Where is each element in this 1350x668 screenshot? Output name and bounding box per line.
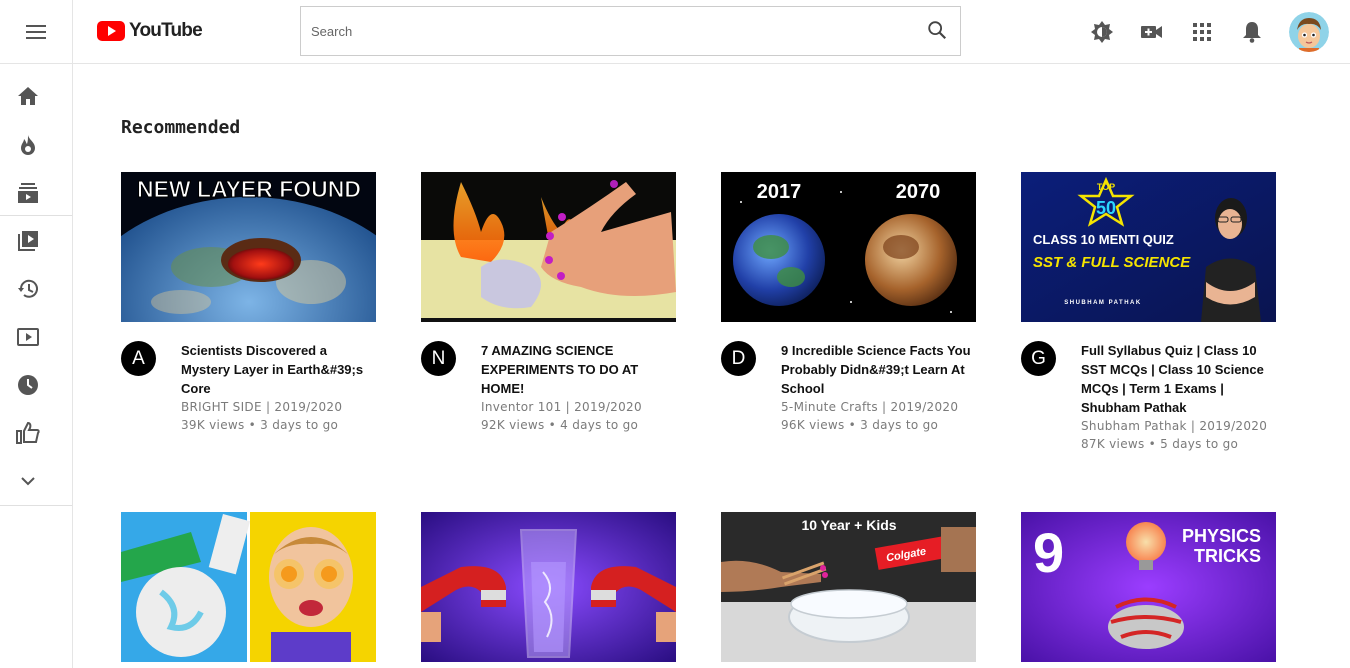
thumbnail-badge-number: 50 bbox=[1096, 198, 1116, 218]
video-card[interactable] bbox=[121, 512, 376, 662]
search-icon bbox=[928, 21, 947, 40]
video-thumbnail[interactable]: 9 PHYSICS TRICKS bbox=[1021, 512, 1276, 662]
video-byline[interactable]: 5-Minute Crafts | 2019/2020 bbox=[781, 398, 976, 416]
video-card[interactable]: 2017 2070 D 9 Incredible Science Facts Y… bbox=[721, 172, 976, 434]
video-thumbnail[interactable]: Colgate 10 Year + Kids bbox=[721, 512, 976, 662]
thumbnail-label-right: 2070 bbox=[896, 181, 941, 203]
thumbnail-line-1: PHYSICS bbox=[1182, 526, 1261, 546]
video-meta: D 9 Incredible Science Facts You Probabl… bbox=[721, 341, 976, 434]
notifications-button[interactable] bbox=[1240, 20, 1264, 44]
video-byline[interactable]: Inventor 101 | 2019/2020 bbox=[481, 398, 676, 416]
video-card[interactable] bbox=[421, 512, 676, 662]
video-stats: 96K views • 3 days to go bbox=[781, 418, 939, 432]
video-title[interactable]: Scientists Discovered a Mystery Layer in… bbox=[181, 341, 376, 398]
video-title[interactable]: Full Syllabus Quiz | Class 10 SST MCQs |… bbox=[1081, 341, 1276, 417]
subscriptions-icon bbox=[18, 183, 38, 203]
thumbnail-label-left: 2017 bbox=[757, 181, 802, 203]
notifications-icon bbox=[1243, 22, 1261, 43]
video-thumbnail[interactable]: NEW LAYER FOUND bbox=[121, 172, 376, 322]
sidebar-divider bbox=[0, 505, 72, 506]
home-icon bbox=[18, 87, 38, 105]
video-meta: N 7 AMAZING SCIENCE EXPERIMENTS TO DO AT… bbox=[421, 341, 676, 434]
video-stats: 92K views • 4 days to go bbox=[481, 418, 639, 432]
channel-avatar[interactable]: G bbox=[1021, 341, 1056, 376]
sidebar-item-show-more[interactable] bbox=[14, 467, 42, 495]
sidebar-item-home[interactable] bbox=[14, 82, 42, 110]
theme-toggle-button[interactable] bbox=[1090, 20, 1114, 44]
sidebar-item-your-videos[interactable] bbox=[14, 323, 42, 351]
sidebar-item-watch-later[interactable] bbox=[14, 371, 42, 399]
sidebar bbox=[0, 64, 73, 668]
user-avatar-icon bbox=[1289, 12, 1329, 52]
apps-icon bbox=[1193, 23, 1211, 41]
hamburger-menu-icon bbox=[26, 25, 46, 39]
thumbnail-text: NEW LAYER FOUND bbox=[137, 176, 361, 202]
top-bar: YouTube bbox=[0, 0, 1350, 64]
channel-avatar[interactable]: D bbox=[721, 341, 756, 376]
video-thumbnail[interactable] bbox=[421, 512, 676, 662]
video-thumbnail[interactable]: 2017 2070 bbox=[721, 172, 976, 322]
thumbnail-name: SHUBHAM PATHAK bbox=[1064, 300, 1141, 306]
your-videos-icon bbox=[17, 328, 39, 346]
show-more-icon bbox=[21, 476, 35, 485]
video-card[interactable]: 9 PHYSICS TRICKS bbox=[1021, 512, 1276, 662]
video-meta: A Scientists Discovered a Mystery Layer … bbox=[121, 341, 376, 434]
search-box bbox=[300, 6, 961, 56]
sidebar-divider bbox=[0, 215, 72, 216]
search-input[interactable] bbox=[301, 7, 901, 55]
video-meta: G Full Syllabus Quiz | Class 10 SST MCQs… bbox=[1021, 341, 1276, 453]
trending-icon bbox=[21, 135, 35, 155]
thumbnail-badge-top: TOP bbox=[1097, 182, 1115, 192]
theme-icon bbox=[1091, 21, 1113, 43]
video-byline[interactable]: BRIGHT SIDE | 2019/2020 bbox=[181, 398, 376, 416]
library-icon bbox=[18, 231, 38, 251]
liked-videos-icon bbox=[16, 422, 40, 444]
video-card[interactable]: N 7 AMAZING SCIENCE EXPERIMENTS TO DO AT… bbox=[421, 172, 676, 434]
sidebar-item-trending[interactable] bbox=[14, 131, 42, 159]
sidebar-item-liked-videos[interactable] bbox=[14, 419, 42, 447]
thumbnail-line-2: SST & FULL SCIENCE bbox=[1033, 254, 1191, 271]
video-card[interactable]: TOP 50 CLASS 10 MENTI QUIZ SST & FULL SC… bbox=[1021, 172, 1276, 453]
video-byline[interactable]: Shubham Pathak | 2019/2020 bbox=[1081, 417, 1276, 435]
upload-icon bbox=[1141, 26, 1162, 38]
watch-later-icon bbox=[18, 375, 38, 395]
thumbnail-line-1: CLASS 10 MENTI QUIZ bbox=[1033, 232, 1174, 247]
apps-button[interactable] bbox=[1190, 20, 1214, 44]
youtube-play-logo-icon bbox=[97, 21, 125, 41]
user-avatar[interactable] bbox=[1289, 12, 1329, 52]
thumbnail-number: 9 bbox=[1033, 521, 1064, 584]
history-icon bbox=[18, 279, 38, 298]
video-stats: 87K views • 5 days to go bbox=[1081, 437, 1239, 451]
video-title[interactable]: 7 AMAZING SCIENCE EXPERIMENTS TO DO AT H… bbox=[481, 341, 676, 398]
sidebar-item-library[interactable] bbox=[14, 227, 42, 255]
search-button[interactable] bbox=[926, 19, 950, 43]
create-video-button[interactable] bbox=[1140, 20, 1164, 44]
video-thumbnail[interactable] bbox=[121, 512, 376, 662]
video-thumbnail[interactable] bbox=[421, 172, 676, 322]
video-title[interactable]: 9 Incredible Science Facts You Probably … bbox=[781, 341, 976, 398]
video-stats: 39K views • 3 days to go bbox=[181, 418, 339, 432]
logo-text: YouTube bbox=[129, 20, 203, 41]
sidebar-item-subscriptions[interactable] bbox=[14, 179, 42, 207]
video-card[interactable]: Colgate 10 Year + Kids bbox=[721, 512, 976, 662]
video-card[interactable]: NEW LAYER FOUND A Scientists Discovered … bbox=[121, 172, 376, 434]
youtube-logo[interactable]: YouTube bbox=[97, 18, 203, 44]
thumbnail-line-2: TRICKS bbox=[1194, 546, 1261, 566]
sidebar-item-history[interactable] bbox=[14, 275, 42, 303]
menu-button[interactable] bbox=[0, 0, 73, 64]
video-thumbnail[interactable]: TOP 50 CLASS 10 MENTI QUIZ SST & FULL SC… bbox=[1021, 172, 1276, 322]
thumbnail-text: 10 Year + Kids bbox=[801, 517, 896, 533]
channel-avatar[interactable]: A bbox=[121, 341, 156, 376]
channel-avatar[interactable]: N bbox=[421, 341, 456, 376]
section-title: Recommended bbox=[121, 117, 241, 138]
